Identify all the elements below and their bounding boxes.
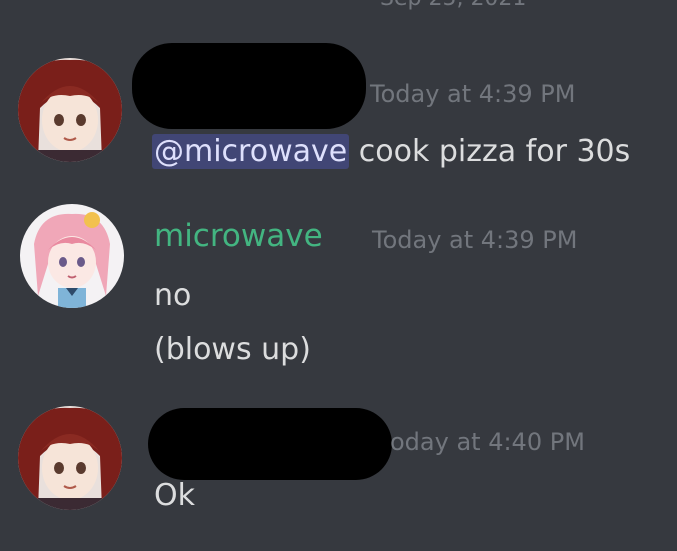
message-line: (blows up) bbox=[154, 332, 311, 367]
message-text: Ok bbox=[154, 478, 195, 513]
anime-girl-pink-hair-avatar-icon bbox=[20, 204, 124, 308]
message-item: microwave Today at 4:39 PM no (blows up) bbox=[0, 190, 677, 380]
chat-message-list: Sep 25, 2021 Today at 4:39 PM @microwave… bbox=[0, 0, 677, 551]
user-avatar[interactable] bbox=[18, 58, 122, 162]
message-timestamp: Today at 4:39 PM bbox=[372, 226, 578, 254]
redacted-username bbox=[132, 43, 366, 129]
message-text: cook pizza for 30s bbox=[358, 134, 631, 169]
user-avatar[interactable] bbox=[18, 406, 122, 510]
redacted-username bbox=[148, 408, 392, 480]
user-mention[interactable]: @microwave bbox=[152, 134, 350, 169]
message-item: oday at 4:40 PM Ok bbox=[0, 380, 677, 551]
anime-girl-red-hair-avatar-icon bbox=[18, 406, 122, 510]
message-timestamp: oday at 4:40 PM bbox=[390, 428, 585, 456]
message-line: no bbox=[154, 278, 192, 313]
user-avatar[interactable] bbox=[20, 204, 124, 308]
message-content: @microwave cook pizza for 30s bbox=[152, 134, 630, 169]
message-item: Today at 4:39 PM @microwave cook pizza f… bbox=[0, 0, 677, 190]
message-author[interactable]: microwave bbox=[154, 218, 323, 254]
message-timestamp: Today at 4:39 PM bbox=[370, 80, 576, 108]
anime-girl-red-hair-avatar-icon bbox=[18, 58, 122, 162]
